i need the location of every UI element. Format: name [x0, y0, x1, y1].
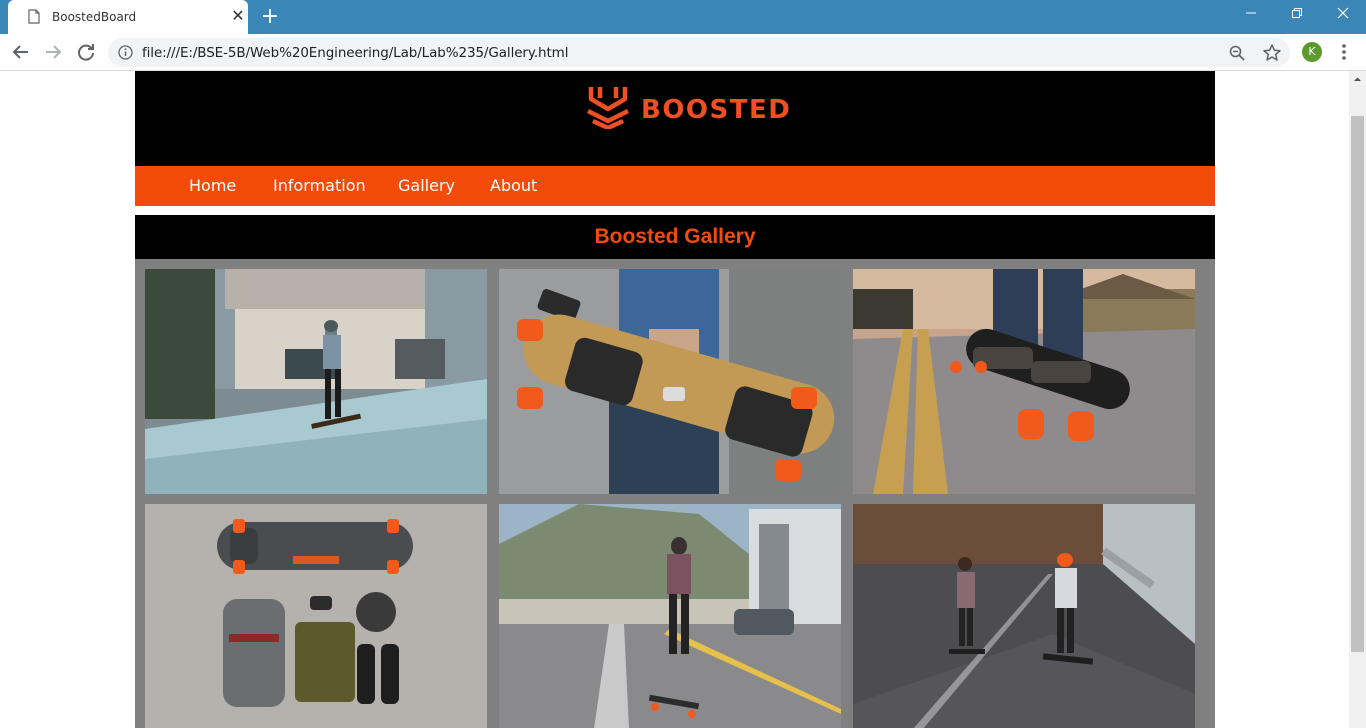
browser-tab-strip: BoostedBoard ✕ +	[0, 0, 1366, 34]
gallery-photo-waterfront-ride[interactable]	[499, 504, 841, 728]
gallery-title: Boosted Gallery	[594, 225, 756, 248]
site-header: BOOSTED	[135, 71, 1215, 166]
gallery-title-bar: Boosted Gallery	[135, 215, 1215, 259]
restore-icon	[1292, 8, 1302, 18]
zoom-icon[interactable]	[1228, 44, 1246, 62]
nav-information-link[interactable]: Information	[273, 176, 366, 195]
site-nav: Home Information Gallery About	[135, 166, 1215, 206]
back-arrow-icon[interactable]	[8, 39, 34, 65]
vertical-scrollbar[interactable]	[1349, 71, 1366, 728]
browser-toolbar: file:///E:/BSE-5B/Web%20Engineering/Lab/…	[0, 34, 1366, 71]
gallery-photo-gear-flatlay[interactable]	[145, 504, 487, 728]
url-text[interactable]: file:///E:/BSE-5B/Web%20Engineering/Lab/…	[142, 45, 568, 61]
info-icon[interactable]	[118, 45, 133, 60]
browser-tab[interactable]: BoostedBoard ✕	[8, 0, 248, 34]
nav-gallery-link[interactable]: Gallery	[398, 176, 455, 195]
tab-close-icon[interactable]: ✕	[228, 6, 248, 26]
bookmark-star-icon[interactable]	[1262, 43, 1282, 63]
boosted-logo-icon	[586, 87, 630, 129]
photo-gallery	[135, 259, 1215, 728]
new-tab-button[interactable]: +	[258, 5, 282, 29]
restore-button[interactable]	[1274, 0, 1320, 30]
menu-dots-icon[interactable]	[1334, 42, 1354, 62]
brand-logo-text[interactable]: BOOSTED	[641, 95, 791, 125]
reload-icon[interactable]	[73, 39, 99, 65]
nav-about-link[interactable]: About	[490, 176, 537, 195]
gallery-photo-feet-closeup[interactable]	[853, 269, 1195, 494]
tab-title: BoostedBoard	[52, 10, 137, 24]
profile-avatar[interactable]: K	[1302, 42, 1322, 62]
page-icon	[28, 9, 40, 24]
close-window-button[interactable]	[1320, 0, 1366, 30]
scrollbar-thumb[interactable]	[1351, 116, 1364, 652]
nav-home-link[interactable]: Home	[189, 176, 236, 195]
minimize-button[interactable]	[1228, 0, 1274, 30]
close-icon	[1337, 7, 1349, 19]
minimize-icon	[1246, 12, 1256, 14]
scroll-up-arrow-icon[interactable]	[1349, 71, 1366, 88]
forward-arrow-icon[interactable]	[40, 39, 66, 65]
address-bar[interactable]: file:///E:/BSE-5B/Web%20Engineering/Lab/…	[108, 38, 1290, 67]
gallery-photo-tunnel-riders[interactable]	[853, 504, 1195, 728]
page-viewport: BOOSTED Home Information Gallery About B…	[0, 71, 1366, 728]
gallery-photo-rider-street[interactable]	[145, 269, 487, 494]
gallery-photo-holding-board[interactable]	[499, 269, 841, 494]
